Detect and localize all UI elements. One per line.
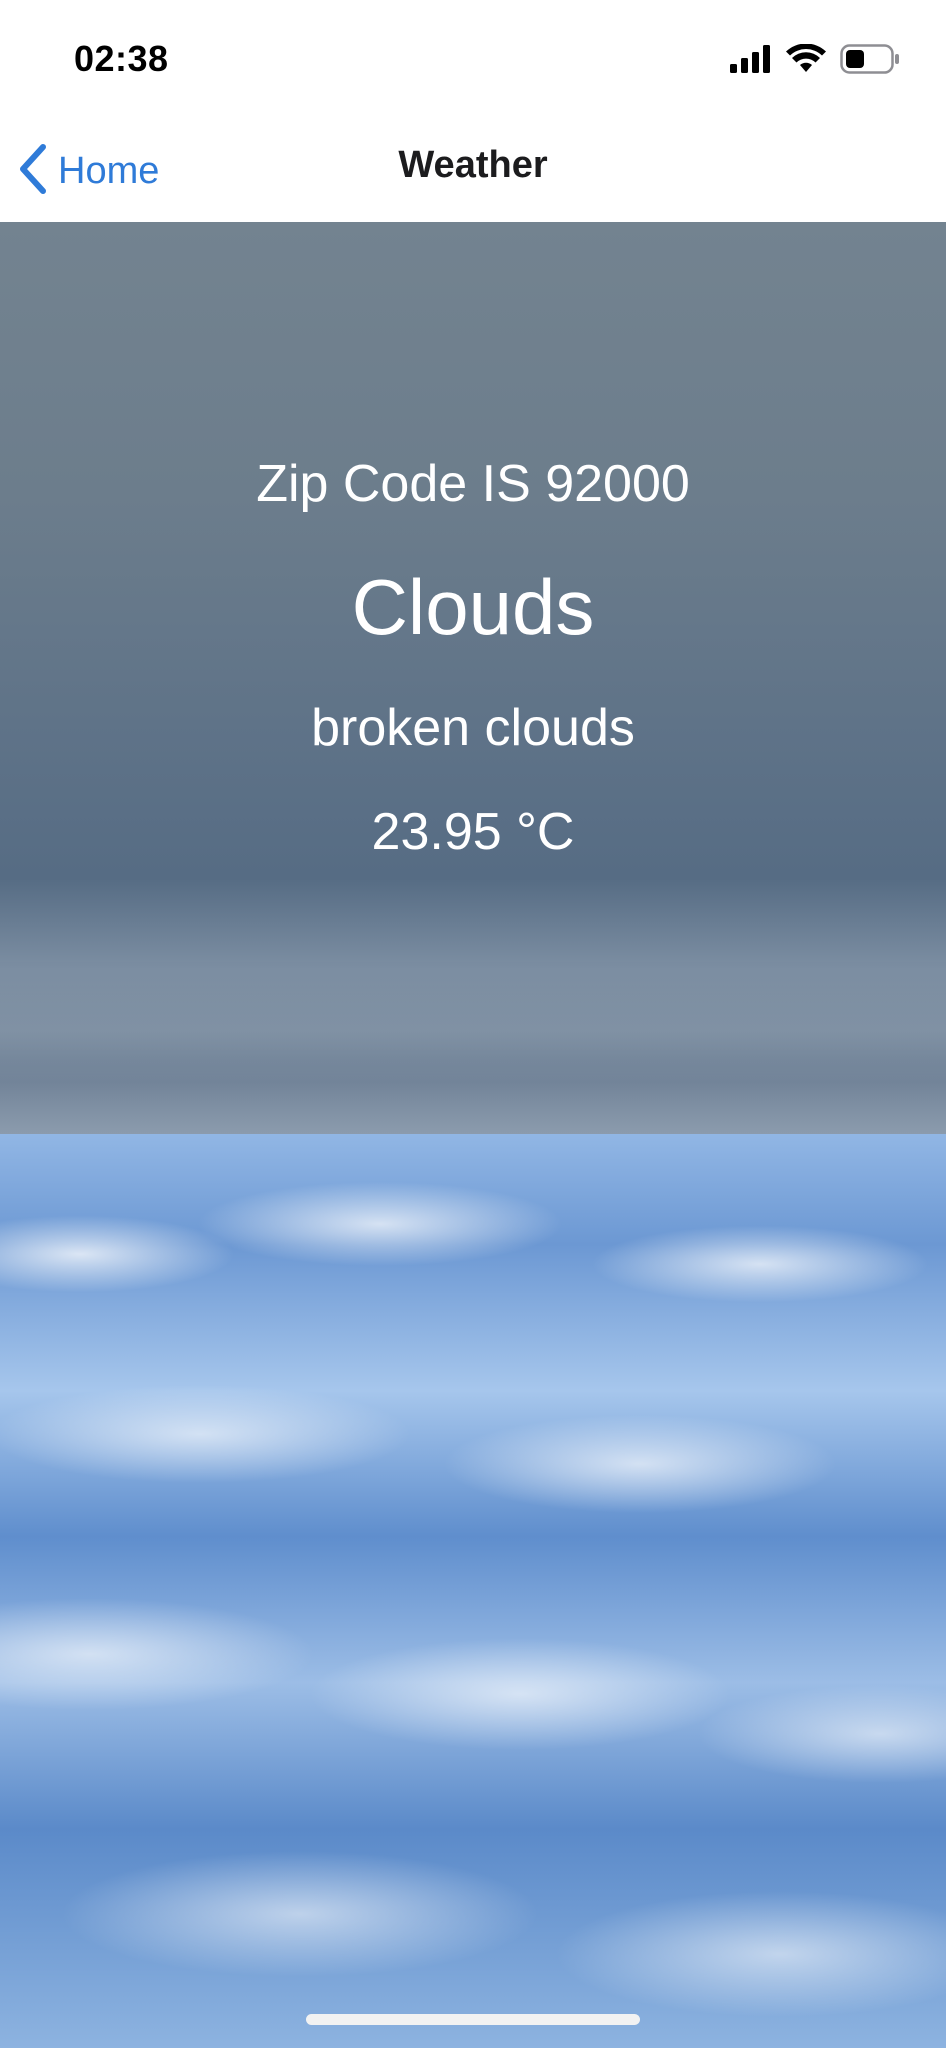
cellular-signal-icon xyxy=(730,45,772,78)
wifi-icon xyxy=(786,43,826,79)
navigation-bar: Home Weather xyxy=(0,120,946,222)
weather-info: Zip Code IS 92000 Clouds broken clouds 2… xyxy=(0,222,946,1134)
weather-description: broken clouds xyxy=(311,699,635,757)
weather-condition: Clouds xyxy=(351,563,595,651)
weather-content: Zip Code IS 92000 Clouds broken clouds 2… xyxy=(0,222,946,2048)
cloud-texture xyxy=(0,1134,946,2048)
temperature-value: 23.95 °C xyxy=(371,803,575,861)
zip-code-label: Zip Code IS 92000 xyxy=(256,455,690,513)
status-time: 02:38 xyxy=(74,38,169,79)
page-title: Weather xyxy=(398,144,548,186)
home-indicator[interactable] xyxy=(306,2014,640,2025)
status-bar: 02:38 xyxy=(0,0,946,120)
status-icons xyxy=(730,43,900,79)
battery-icon xyxy=(840,44,900,79)
weather-screen: 02:38 Home Weather Zip Code IS 92000 Clo… xyxy=(0,0,946,2048)
